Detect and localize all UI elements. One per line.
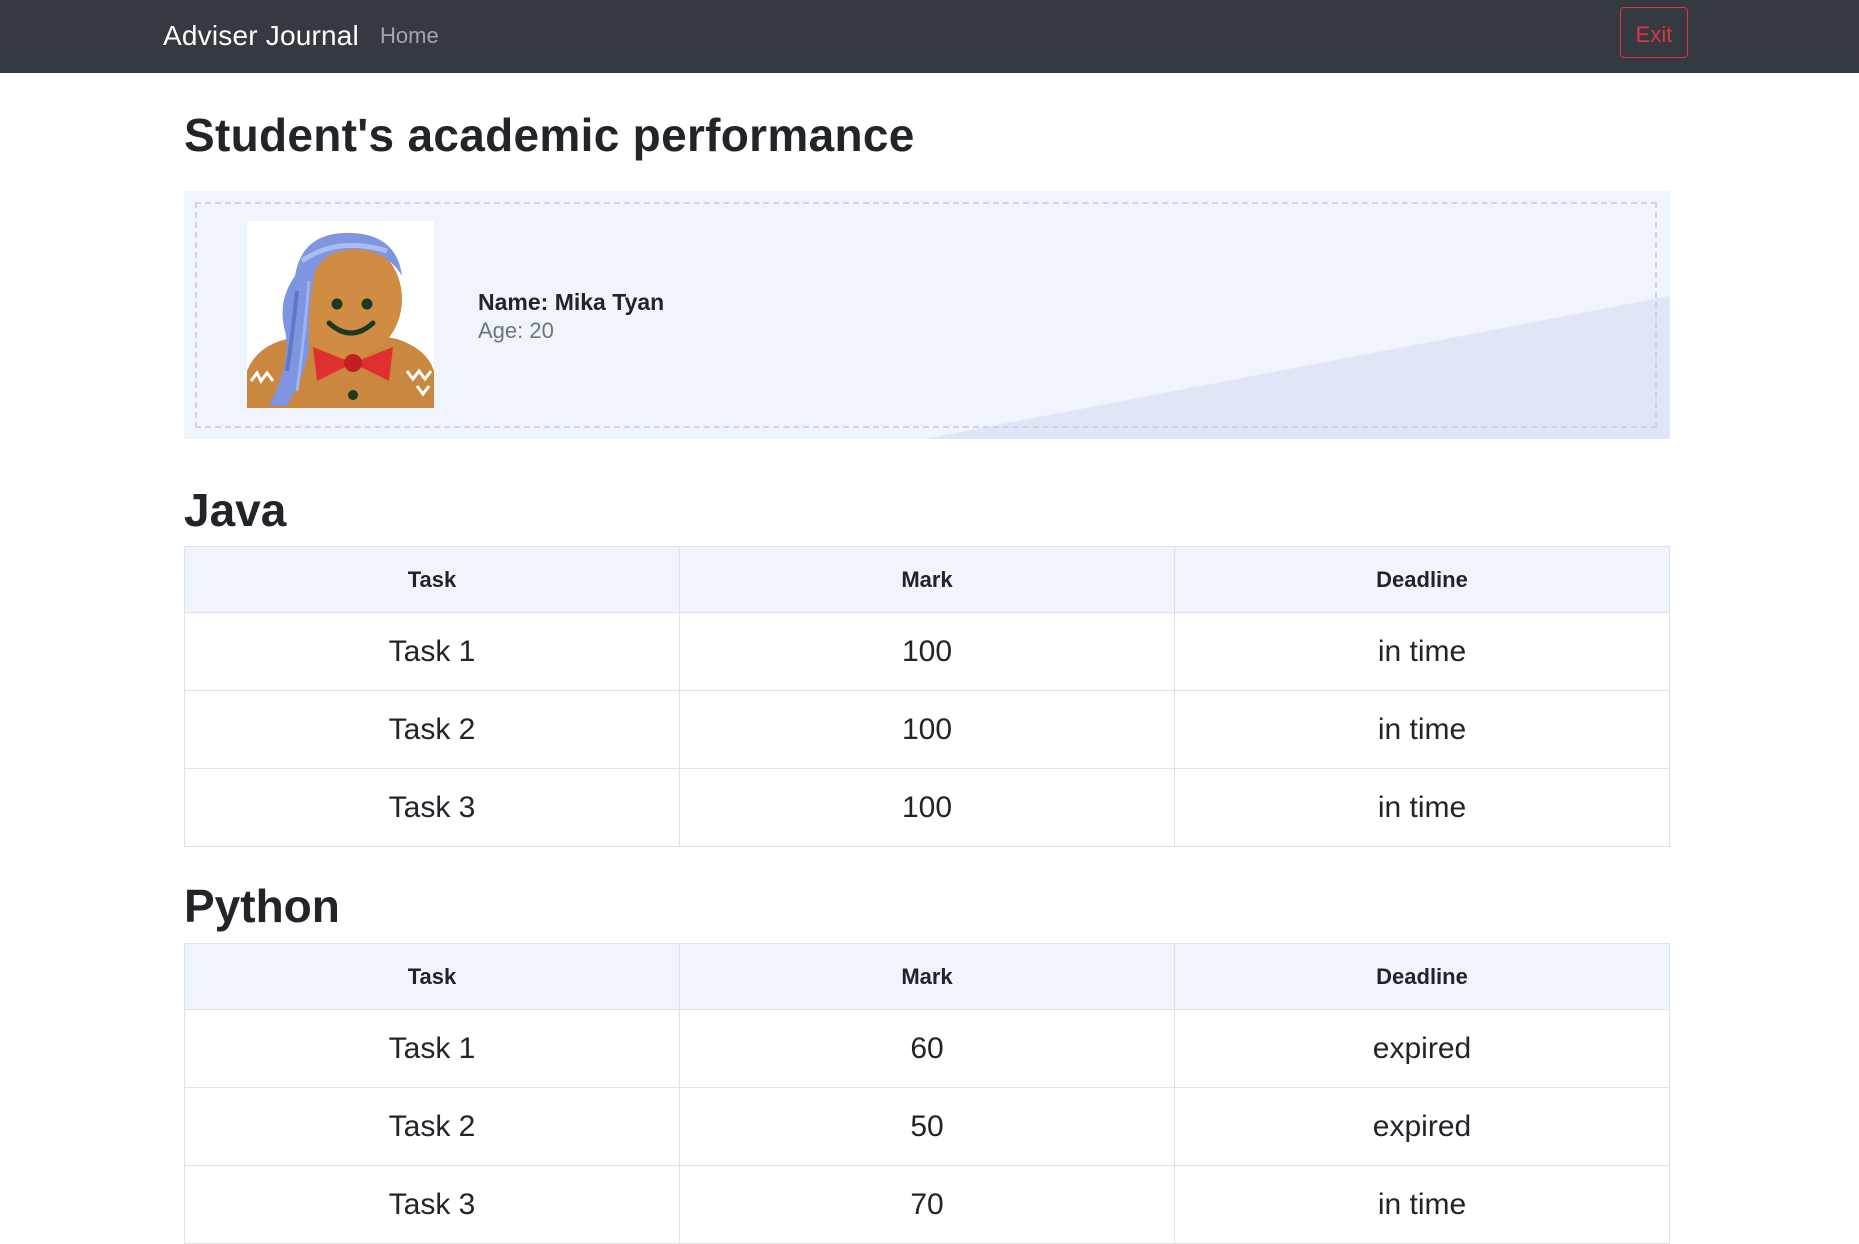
table-header-row: Task Mark Deadline	[184, 546, 1670, 613]
table-row: Task 1 60 expired	[184, 1009, 1670, 1088]
table-row: Task 2 100 in time	[184, 690, 1670, 769]
deadline-cell: in time	[1174, 690, 1670, 769]
student-age-label: Age:	[478, 318, 524, 343]
task-cell: Task 2	[184, 690, 680, 769]
column-header-deadline: Deadline	[1174, 943, 1670, 1010]
student-age-value: 20	[529, 318, 554, 343]
java-grades-table: Task Mark Deadline Task 1 100 in time Ta…	[184, 546, 1670, 847]
column-header-task: Task	[184, 943, 680, 1010]
mark-cell: 100	[679, 690, 1175, 769]
table-row: Task 1 100 in time	[184, 612, 1670, 691]
student-name-label: Name:	[478, 289, 549, 315]
student-name: Name: Mika Tyan	[478, 286, 664, 318]
table-row: Task 3 70 in time	[184, 1165, 1670, 1244]
exit-button[interactable]: Exit	[1620, 7, 1688, 58]
task-cell: Task 2	[184, 1087, 680, 1166]
task-cell: Task 3	[184, 768, 680, 847]
mark-cell: 100	[679, 612, 1175, 691]
column-header-mark: Mark	[679, 943, 1175, 1010]
column-header-deadline: Deadline	[1174, 546, 1670, 613]
top-navbar: Adviser Journal Home Exit	[0, 0, 1859, 73]
brand-link[interactable]: Adviser Journal	[163, 16, 359, 56]
table-row: Task 3 100 in time	[184, 768, 1670, 847]
task-cell: Task 3	[184, 1165, 680, 1244]
deadline-cell: expired	[1174, 1087, 1670, 1166]
column-header-mark: Mark	[679, 546, 1175, 613]
mark-cell: 60	[679, 1009, 1175, 1088]
nav-home-link[interactable]: Home	[380, 20, 439, 52]
subject-title-java: Java	[184, 484, 287, 536]
deadline-cell: in time	[1174, 768, 1670, 847]
table-header-row: Task Mark Deadline	[184, 943, 1670, 1010]
column-header-task: Task	[184, 546, 680, 613]
gingerbread-avatar-icon	[247, 221, 434, 408]
mark-cell: 50	[679, 1087, 1175, 1166]
student-profile-card: Name: Mika Tyan Age: 20	[184, 191, 1670, 439]
deadline-cell: expired	[1174, 1009, 1670, 1088]
student-age: Age: 20	[478, 315, 554, 347]
python-grades-table: Task Mark Deadline Task 1 60 expired Tas…	[184, 943, 1670, 1244]
mark-cell: 100	[679, 768, 1175, 847]
deadline-cell: in time	[1174, 612, 1670, 691]
page-title: Student's academic performance	[184, 109, 915, 161]
task-cell: Task 1	[184, 1009, 680, 1088]
table-row: Task 2 50 expired	[184, 1087, 1670, 1166]
student-name-value: Mika Tyan	[554, 289, 665, 315]
mark-cell: 70	[679, 1165, 1175, 1244]
task-cell: Task 1	[184, 612, 680, 691]
deadline-cell: in time	[1174, 1165, 1670, 1244]
subject-title-python: Python	[184, 880, 340, 932]
